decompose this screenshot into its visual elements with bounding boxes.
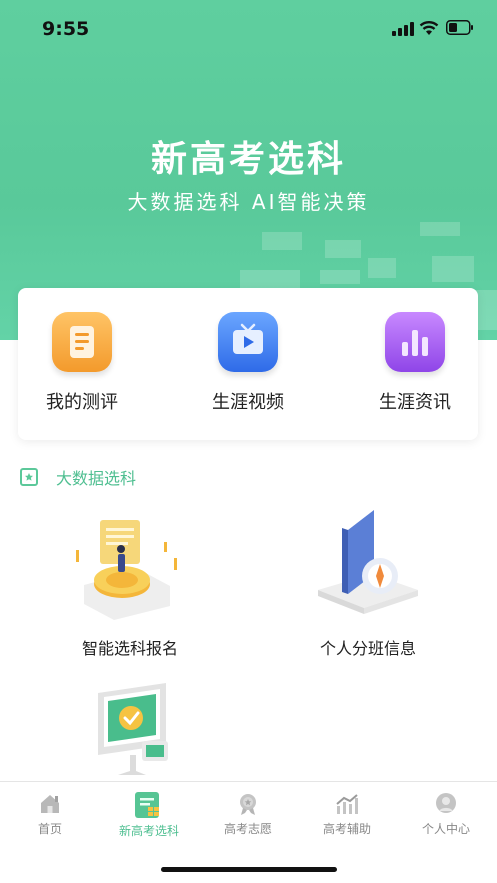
quick-action-label: 生涯资讯: [379, 392, 451, 413]
tile-label: 智能选科报名: [81, 639, 178, 658]
hero-deco: [320, 270, 360, 284]
user-icon: [434, 792, 458, 816]
quick-action-career-news[interactable]: 生涯资讯: [355, 312, 475, 414]
tab-personal-center[interactable]: 个人中心: [396, 792, 496, 837]
wifi-icon: [419, 21, 439, 35]
tile-smart-subject-signup[interactable]: 智能选科报名: [30, 510, 230, 659]
quick-action-label: 我的测评: [46, 392, 118, 413]
section-header: 大数据选科: [20, 466, 136, 488]
trend-icon: [335, 792, 359, 816]
person-on-coin-illustration: [70, 510, 190, 625]
tab-new-gaokao-subject[interactable]: 新高考选科: [99, 792, 199, 839]
tab-label: 首页: [37, 822, 62, 836]
hero-deco: [432, 256, 474, 282]
hero-deco: [420, 222, 460, 236]
tab-label: 新高考选科: [118, 824, 179, 838]
page-subtitle: 大数据选科 AI智能决策: [127, 190, 370, 214]
cellular-signal-icon: [392, 22, 414, 36]
tab-home[interactable]: 首页: [0, 792, 100, 837]
tile-label: 个人分班信息: [319, 639, 416, 658]
home-indicator[interactable]: [161, 867, 337, 872]
quick-action-career-video[interactable]: 生涯视频: [188, 312, 308, 414]
hero-deco: [240, 270, 300, 290]
quick-action-my-assessment[interactable]: 我的测评: [22, 312, 142, 414]
monitor-check-illustration: [70, 675, 190, 790]
quick-actions-card: 我的测评 生涯视频 生涯资讯: [18, 288, 478, 440]
document-icon: [52, 312, 112, 372]
compass-book-illustration: [308, 485, 428, 625]
tab-label: 高考志愿: [223, 822, 272, 836]
hero-deco: [368, 258, 396, 278]
select-subject-icon: [135, 792, 163, 818]
tile-class-info[interactable]: 个人分班信息: [268, 485, 468, 659]
hero-deco: [262, 232, 302, 250]
status-bar: 9:55: [0, 0, 497, 58]
status-time: 9:55: [42, 18, 90, 40]
quick-action-label: 生涯视频: [212, 392, 284, 413]
tab-gaokao-assist[interactable]: 高考辅助: [297, 792, 397, 837]
hero-deco: [325, 240, 361, 258]
tab-gaokao-volunteer[interactable]: 高考志愿: [198, 792, 298, 837]
medal-icon: [236, 792, 260, 816]
home-icon: [38, 792, 62, 816]
tv-play-icon: [218, 312, 278, 372]
tab-label: 个人中心: [421, 822, 470, 836]
bar-chart-icon: [385, 312, 445, 372]
tab-label: 高考辅助: [322, 822, 371, 836]
page-title: 新高考选科: [150, 139, 346, 180]
star-card-icon: [20, 468, 38, 486]
battery-icon: [446, 20, 473, 35]
section-title: 大数据选科: [56, 469, 137, 488]
